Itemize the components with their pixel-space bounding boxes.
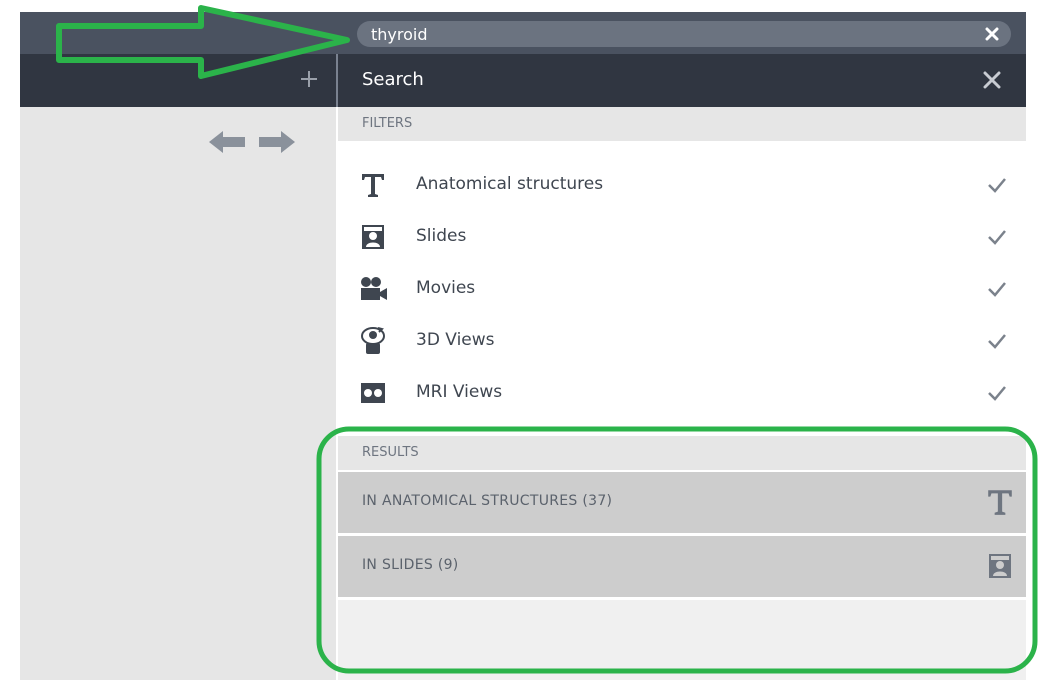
left-pane	[20, 107, 336, 680]
clear-icon[interactable]	[979, 21, 1005, 47]
filter-anatomical-structures[interactable]: Anatomical structures	[338, 158, 1026, 210]
rotate-3d-icon	[358, 326, 388, 356]
slides-icon	[984, 550, 1016, 582]
panel-title: Search	[362, 69, 424, 90]
result-slides[interactable]: IN SLIDES (9)	[338, 536, 1026, 597]
filter-label: Movies	[416, 278, 476, 298]
search-input[interactable]	[371, 21, 961, 47]
search-panel-header: Search	[338, 54, 1026, 107]
filter-slides[interactable]: Slides	[338, 210, 1026, 262]
arrow-right-icon[interactable]	[256, 127, 298, 157]
left-header-bar	[20, 54, 336, 107]
text-t-icon	[358, 170, 388, 200]
close-icon[interactable]	[978, 66, 1006, 94]
checkmark-icon	[988, 230, 1006, 245]
filter-mri-views[interactable]: MRI Views	[338, 366, 1026, 418]
checkmark-icon	[988, 334, 1006, 349]
result-label: IN SLIDES (9)	[362, 557, 459, 573]
text-t-icon	[984, 486, 1016, 518]
filters-section-label: FILTERS	[338, 107, 1026, 141]
mri-icon	[358, 378, 388, 408]
checkmark-icon	[988, 178, 1006, 193]
movie-camera-icon	[358, 274, 388, 304]
results-empty-area	[338, 600, 1026, 680]
filter-label: MRI Views	[416, 382, 503, 402]
slides-icon	[358, 222, 388, 252]
checkmark-icon	[988, 282, 1006, 297]
result-label: IN ANATOMICAL STRUCTURES (37)	[362, 493, 613, 509]
search-panel: Search FILTERS Anatomical structures Sli…	[338, 54, 1026, 680]
filter-label: Slides	[416, 226, 467, 246]
plus-icon[interactable]	[296, 66, 322, 92]
result-anatomical-structures[interactable]: IN ANATOMICAL STRUCTURES (37)	[338, 472, 1026, 533]
filter-movies[interactable]: Movies	[338, 262, 1026, 314]
filter-label: Anatomical structures	[416, 174, 604, 194]
arrow-left-icon[interactable]	[206, 127, 248, 157]
filter-3d-views[interactable]: 3D Views	[338, 314, 1026, 366]
search-box[interactable]	[357, 21, 1011, 47]
filter-label: 3D Views	[416, 330, 495, 350]
checkmark-icon	[988, 386, 1006, 401]
results-section-label: RESULTS	[338, 436, 1026, 470]
